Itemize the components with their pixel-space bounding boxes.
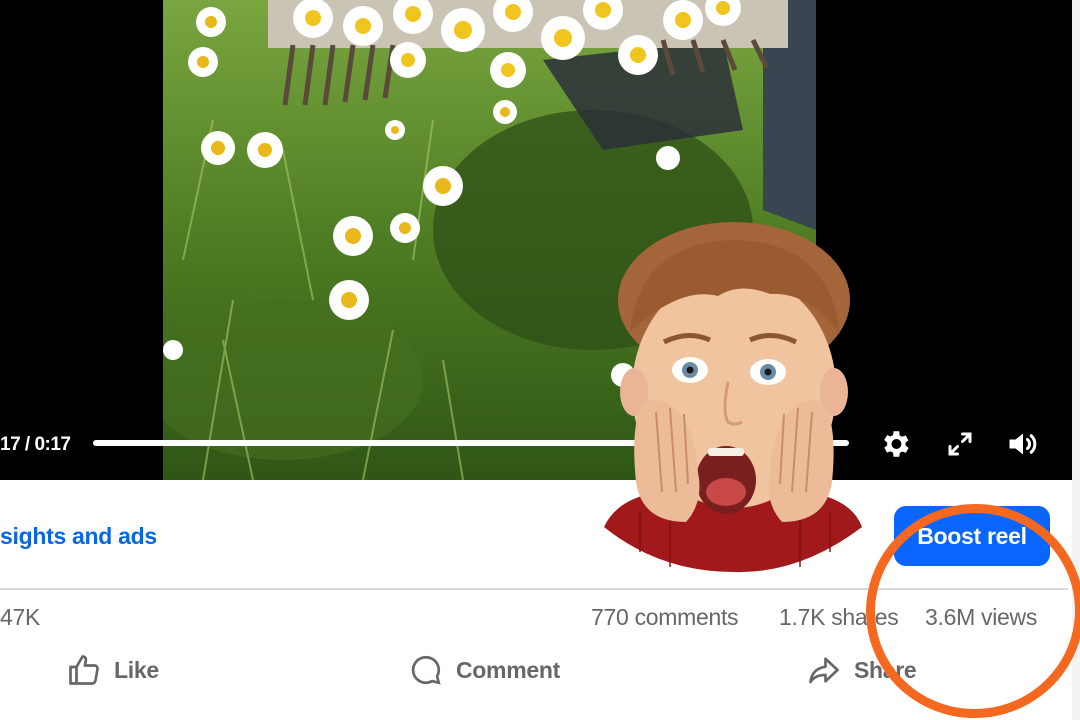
comment-count[interactable]: 770 comments [591,604,739,631]
shocked-kid-sticker [600,222,868,574]
reaction-count[interactable]: 47K [0,604,40,631]
speaker-icon [1009,433,1037,455]
comment-label: Comment [456,656,560,683]
comment-button[interactable]: Comment [408,650,560,690]
thumbs-up-icon [69,655,99,685]
video-player[interactable]: 17 / 0:17 [0,0,1072,480]
shocked-face-image [604,222,862,573]
expand-icon [948,432,972,456]
video-time: 17 / 0:17 [0,434,71,455]
like-label: Like [114,656,159,683]
insights-and-ads-link[interactable]: sights and ads [0,523,157,550]
fullscreen-button[interactable] [942,426,978,462]
gear-icon [884,431,909,457]
volume-button[interactable] [1005,426,1041,462]
speech-bubble-icon [411,655,441,685]
share-arrow-icon [809,657,839,684]
settings-button[interactable] [877,426,913,462]
like-button[interactable]: Like [66,650,159,690]
